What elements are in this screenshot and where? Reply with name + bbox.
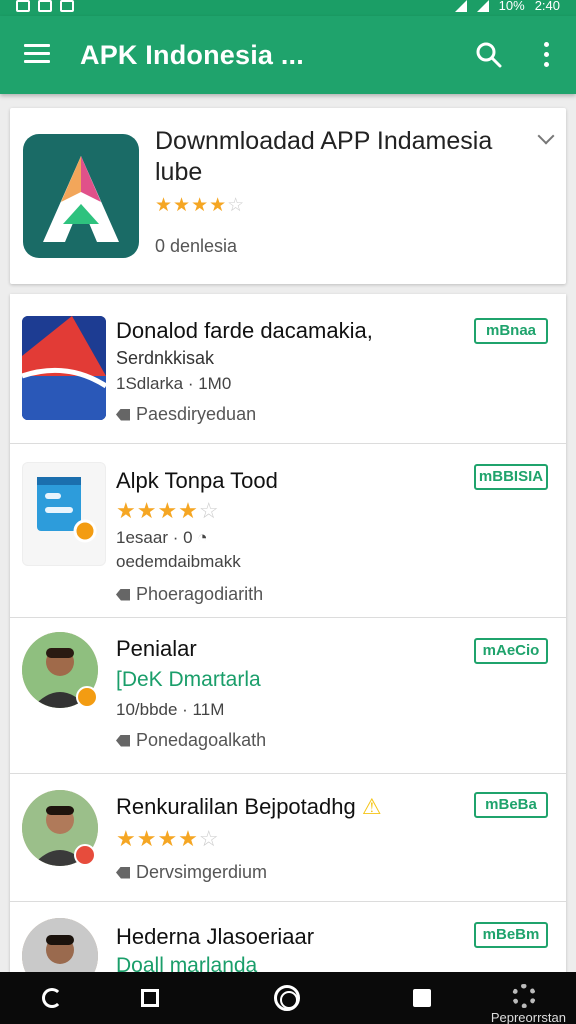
list-item-meta: 1Sdlarka · 1M0 xyxy=(116,374,232,393)
tag-icon xyxy=(116,866,130,879)
list-item-tag-label: Dervsimgerdium xyxy=(136,862,268,882)
list-item[interactable]: Donalod farde dacamakia, Serdnkkisak 1Sd… xyxy=(10,294,566,444)
settings-label: Pepreorrstan xyxy=(490,1010,566,1024)
list-item-title: Donalod farde dacamakia, xyxy=(116,318,373,343)
search-icon[interactable] xyxy=(476,42,502,68)
list-item-tag: Dervsimgerdium xyxy=(116,862,267,883)
app-icon xyxy=(22,462,106,566)
back-icon[interactable] xyxy=(42,988,62,1008)
install-button[interactable]: mBnaa xyxy=(474,318,548,344)
list-item-subtitle: Serdnkkisak xyxy=(116,348,215,368)
list-item-title: Penialar xyxy=(116,636,197,661)
badge-icon xyxy=(74,844,96,866)
more-options-icon[interactable] xyxy=(544,42,550,68)
install-button[interactable]: mBeBm xyxy=(474,922,548,948)
clock: 2:40 xyxy=(534,0,560,13)
wifi-icon xyxy=(454,0,467,12)
list-item-tag: Phoeragodiarith xyxy=(116,584,263,605)
home-icon[interactable] xyxy=(274,985,300,1011)
play-icon xyxy=(60,0,74,12)
list-item-title: Alpk Tonpa Tood xyxy=(116,468,278,493)
list-item[interactable]: Penialar [DeK Dmartarla 10/bbde · 11M Po… xyxy=(10,618,566,774)
app-title: APK Indonesia ... xyxy=(80,40,304,70)
list-item-tag: Paesdiryeduan xyxy=(116,404,256,425)
list-item-title-text: Renkuralilan Bejpotadhg xyxy=(116,794,356,819)
list-item-title: Hederna Jlasoeriaar xyxy=(116,924,315,949)
badge-icon xyxy=(76,686,98,708)
list-item-rating: ★★★★☆ xyxy=(116,826,220,851)
list-item-meta: 1esaar · 0 ◔ xyxy=(116,528,208,548)
list-item[interactable]: Alpk Tonpa Tood ★★★★☆ 1esaar · 0 ◔ oedem… xyxy=(10,444,566,618)
list-item-tag-label: Ponedagoalkath xyxy=(136,730,267,750)
app-icon xyxy=(22,316,106,420)
app-bar: APK Indonesia ... xyxy=(0,16,576,94)
list-item-tag: Ponedagoalkath xyxy=(116,730,266,751)
list-item-tag-label: Paesdiryeduan xyxy=(136,404,257,424)
status-bar: 10% 2:40 xyxy=(0,0,576,16)
list-item-meta-2: oedemdaibmakk xyxy=(116,552,241,571)
list-item-developer: [DeK Dmartarla xyxy=(116,668,261,691)
install-button[interactable]: mBeBa xyxy=(474,792,548,818)
settings-icon[interactable] xyxy=(512,984,536,1008)
install-button[interactable]: mBBISIA xyxy=(474,464,548,490)
list-item-title: Renkuralilan Bejpotadhg ⚠ xyxy=(116,794,382,820)
tag-icon xyxy=(116,408,130,421)
featured-title: Downmloadad APP Indamesia lube xyxy=(155,127,493,186)
signal-icon xyxy=(476,0,489,12)
warning-icon: ⚠ xyxy=(361,794,382,819)
install-button[interactable]: mAeCio xyxy=(474,638,548,664)
featured-subtitle: 0 denlesia xyxy=(155,236,238,256)
chevron-down-icon[interactable] xyxy=(537,127,555,145)
recents-icon[interactable] xyxy=(413,989,431,1007)
app-list: Donalod farde dacamakia, Serdnkkisak 1Sd… xyxy=(10,294,566,994)
featured-app-card[interactable]: Downmloadad APP Indamesia lube ★★★★☆ 0 d… xyxy=(10,108,566,284)
gallery-icon xyxy=(38,0,52,12)
list-item-rating: ★★★★☆ xyxy=(116,498,220,523)
list-item-meta-1: 1esaar · 0 xyxy=(116,528,193,547)
apk-indonesia-logo xyxy=(23,134,139,258)
system-nav-bar: Pepreorrstan xyxy=(0,972,576,1024)
menu-icon[interactable] xyxy=(24,44,50,64)
screenshot-icon xyxy=(16,0,30,12)
featured-rating: ★★★★☆ xyxy=(155,195,246,216)
globe-icon: ◔ xyxy=(197,528,208,547)
list-item-tag-label: Phoeragodiarith xyxy=(136,584,264,604)
tag-icon xyxy=(116,588,130,601)
list-item[interactable]: Renkuralilan Bejpotadhg ⚠ ★★★★☆ Dervsimg… xyxy=(10,774,566,902)
tag-icon xyxy=(116,734,130,747)
overview-icon[interactable] xyxy=(141,989,159,1007)
list-item-meta: 10/bbde · 11M xyxy=(116,700,225,719)
battery-percent: 10% xyxy=(498,0,525,13)
